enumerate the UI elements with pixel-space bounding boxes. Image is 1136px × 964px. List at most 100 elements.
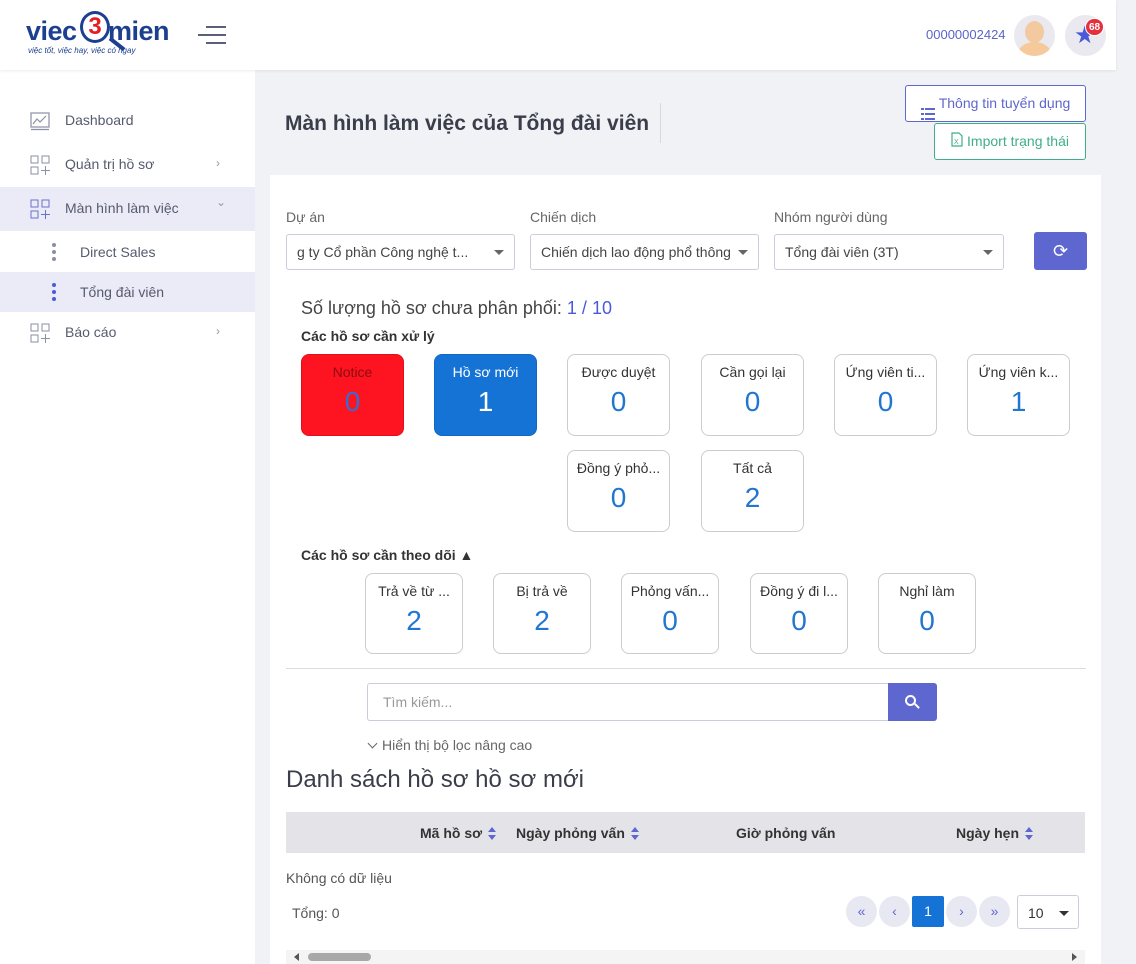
project-value: g ty Cổ phần Công nghệ t... — [297, 244, 469, 260]
caret-down-icon — [983, 250, 993, 255]
stat-card-candidate-a[interactable]: Ứng viên ti... 0 — [834, 354, 937, 436]
stat-card-title: Notice — [332, 364, 373, 380]
sort-icon — [630, 827, 640, 841]
column-label: Ngày phỏng vấn — [516, 825, 625, 841]
recruitment-info-label: Thông tin tuyển dụng — [938, 95, 1071, 111]
sidebar-subitem-operator[interactable]: Tổng đài viên — [0, 272, 255, 312]
refresh-button[interactable]: ⟳ — [1034, 232, 1087, 270]
import-status-button[interactable]: X Import trạng thái — [934, 123, 1086, 160]
page-size-value: 10 — [1028, 905, 1044, 921]
grid-add-icon — [30, 199, 50, 219]
dots-icon — [52, 243, 56, 264]
stat-card-quit[interactable]: Nghỉ làm 0 — [878, 573, 976, 654]
stat-card-notice[interactable]: Notice 0 — [301, 354, 404, 436]
stat-card-title: Cần gọi lại — [719, 364, 786, 380]
page-size-select[interactable]: 10 — [1017, 895, 1079, 929]
advanced-filter-label: Hiển thị bộ lọc nâng cao — [382, 737, 533, 753]
page-number: 1 — [924, 903, 932, 919]
column-header-interview-time: Giờ phỏng vấn — [736, 825, 835, 841]
menu-toggle-icon[interactable] — [198, 26, 226, 44]
table-header: Mã hồ sơ Ngày phỏng vấn Giờ phỏng vấn Ng… — [286, 812, 1085, 853]
notification-button[interactable]: ★ 68 — [1065, 15, 1106, 56]
stat-card-approved[interactable]: Được duyệt 0 — [567, 354, 670, 436]
stat-card-title: Tất cả — [733, 460, 772, 476]
stat-card-interview[interactable]: Phỏng vấn... 0 — [621, 573, 719, 654]
sidebar-subitem-direct-sales[interactable]: Direct Sales — [0, 232, 255, 272]
stat-card-title: Bị trả về — [516, 583, 568, 599]
sidebar-item-reports[interactable]: Báo cáo › — [0, 311, 255, 355]
stat-card-agree-interview[interactable]: Đồng ý phỏ... 0 — [567, 450, 670, 532]
stat-card-title: Phỏng vấn... — [630, 583, 710, 599]
page-title: Màn hình làm việc của Tổng đài viên — [285, 112, 650, 135]
page-button-current[interactable]: 1 — [912, 896, 944, 927]
undistributed-label: Số lượng hồ sơ chưa phân phối: — [301, 298, 562, 318]
chevron-right-icon: › — [216, 156, 220, 170]
sort-icon — [1025, 827, 1034, 841]
column-header-interview-date[interactable]: Ngày phỏng vấn — [516, 825, 640, 841]
sidebar-item-workspace[interactable]: Màn hình làm việc ⌄ — [0, 187, 255, 231]
column-header-profile-code[interactable]: Mã hồ sơ — [420, 825, 497, 841]
stat-card-title: Nghỉ làm — [899, 583, 955, 599]
divider — [286, 668, 1086, 669]
stat-card-candidate-b[interactable]: Ứng viên k... 1 — [967, 354, 1070, 436]
stat-card-returned-from[interactable]: Trả về từ ... 2 — [365, 573, 463, 654]
brand-logo[interactable]: viec 3 mien việc tốt, việc hay, việc có … — [24, 11, 184, 62]
stat-card-all[interactable]: Tất cả 2 — [701, 450, 804, 532]
user-group-label: Nhóm người dùng — [774, 209, 888, 225]
svg-text:X: X — [954, 139, 959, 146]
list-icon — [920, 98, 935, 121]
column-label: Ngày hẹn — [956, 825, 1020, 841]
excel-file-icon: X — [951, 125, 963, 160]
scroll-thumb[interactable] — [308, 953, 371, 961]
divider — [660, 103, 661, 143]
follow-section-title[interactable]: Các hồ sơ cần theo dõi ▲ — [301, 547, 473, 563]
search-button[interactable] — [888, 683, 937, 721]
stat-card-agree-work[interactable]: Đồng ý đi l... 0 — [750, 573, 848, 654]
caret-down-icon — [738, 250, 748, 255]
dots-icon — [52, 283, 56, 304]
stat-card-new[interactable]: Hồ sơ mới 1 — [434, 354, 537, 436]
column-label: Mã hồ sơ — [420, 825, 483, 841]
next-page-button[interactable]: › — [946, 896, 977, 927]
logo-text-2: mien — [108, 16, 170, 46]
caret-down-icon — [494, 250, 504, 255]
stat-card-title: Trả về từ ... — [378, 583, 450, 599]
column-header-appointment-date[interactable]: Ngày hẹn — [956, 825, 1034, 841]
stat-card-value: 1 — [1010, 386, 1027, 417]
last-page-button[interactable]: » — [979, 896, 1010, 927]
first-page-button[interactable]: « — [846, 896, 877, 927]
user-id[interactable]: 00000002424 — [926, 27, 1006, 42]
empty-message: Không có dữ liệu — [286, 870, 392, 886]
stat-card-value: 2 — [534, 605, 550, 636]
top-header: viec 3 mien việc tốt, việc hay, việc có … — [0, 0, 1116, 70]
stat-card-callback[interactable]: Cần gọi lại 0 — [701, 354, 804, 436]
sidebar-item-dashboard[interactable]: Dashboard — [0, 99, 255, 143]
chevron-right-icon: › — [959, 903, 964, 919]
chart-icon — [30, 112, 50, 131]
stat-card-returned[interactable]: Bị trả về 2 — [493, 573, 591, 654]
scroll-right-icon[interactable] — [1072, 953, 1077, 961]
recruitment-info-button[interactable]: Thông tin tuyển dụng — [905, 85, 1086, 122]
stat-card-value: 2 — [744, 482, 761, 513]
horizontal-scrollbar[interactable] — [286, 950, 1085, 964]
stat-card-title: Hồ sơ mới — [452, 364, 519, 380]
project-select[interactable]: g ty Cổ phần Công nghệ t... — [286, 234, 515, 270]
project-label: Dự án — [286, 209, 325, 225]
prev-page-button[interactable]: ‹ — [879, 896, 910, 927]
chevron-left-icon: ‹ — [892, 903, 897, 919]
import-status-label: Import trạng thái — [967, 133, 1069, 149]
undistributed-separator: / — [581, 298, 587, 318]
stat-card-title: Ứng viên ti... — [845, 364, 926, 380]
sidebar-item-profile-admin[interactable]: Quản trị hồ sơ › — [0, 143, 255, 187]
user-group-select[interactable]: Tổng đài viên (3T) — [774, 234, 1004, 270]
search-input[interactable]: Tìm kiếm... — [367, 683, 888, 721]
avatar[interactable] — [1014, 15, 1055, 56]
scroll-left-icon[interactable] — [294, 953, 299, 961]
stat-card-title: Đồng ý phỏ... — [576, 460, 661, 476]
advanced-filter-toggle[interactable]: Hiển thị bộ lọc nâng cao — [367, 737, 532, 753]
campaign-select[interactable]: Chiến dịch lao động phổ thông — [530, 234, 759, 270]
chevron-down-icon: ⌄ — [216, 195, 227, 209]
process-section-title: Các hồ sơ cần xử lý — [301, 328, 435, 344]
stat-card-title: Ứng viên k... — [978, 364, 1059, 380]
total-count: Tổng: 0 — [292, 905, 340, 921]
